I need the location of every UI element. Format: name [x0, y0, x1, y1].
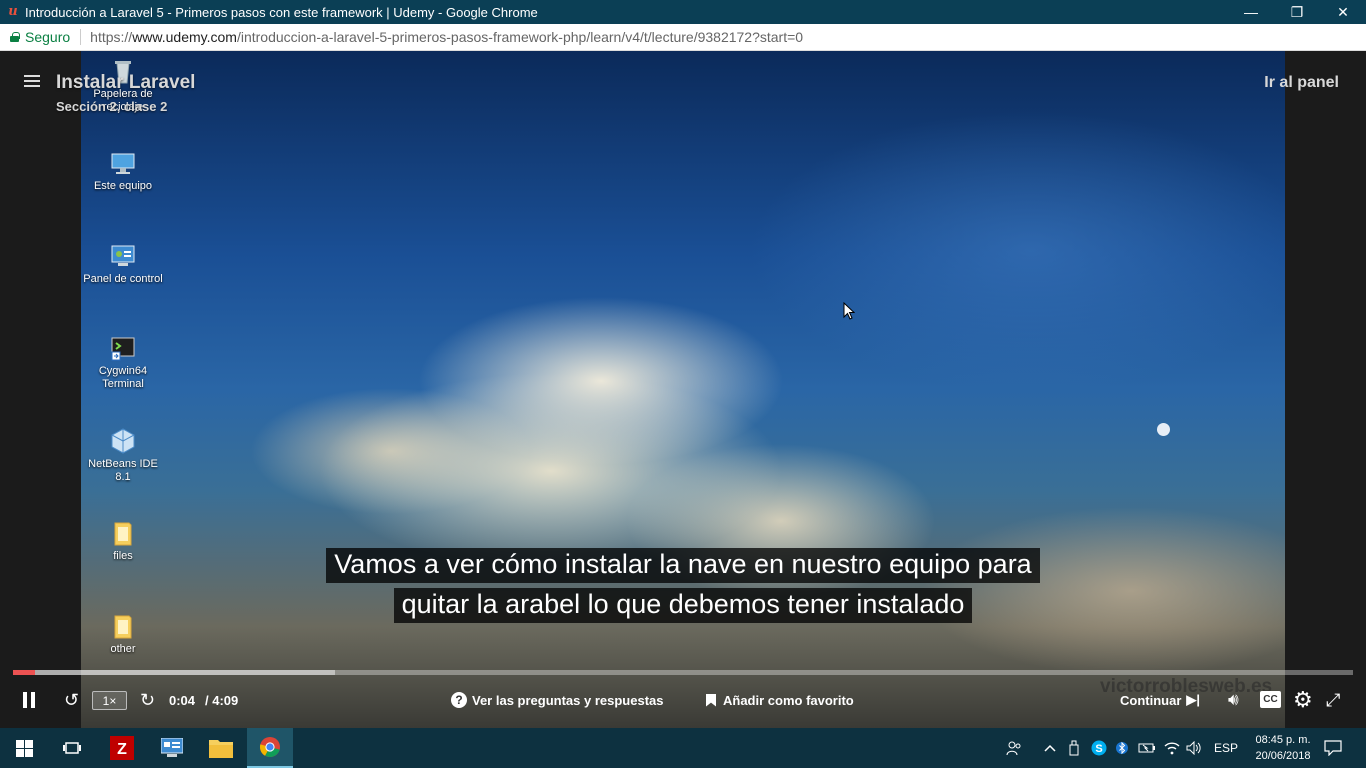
video-frame[interactable]: [81, 51, 1285, 728]
people-icon[interactable]: [1006, 728, 1022, 768]
folder-icon: [109, 519, 137, 547]
progress-bar[interactable]: [13, 670, 1353, 675]
clock-time: 08:45 p. m.: [1255, 734, 1311, 746]
close-button[interactable]: ✕: [1320, 0, 1366, 24]
qa-button[interactable]: ? Ver las preguntas y respuestas: [451, 683, 663, 717]
show-hidden-icons[interactable]: [1044, 728, 1056, 768]
notifications-icon[interactable]: [1324, 728, 1342, 768]
window-titlebar: u Introducción a Laravel 5 - Primeros pa…: [0, 0, 1366, 24]
svg-text:Z: Z: [117, 741, 127, 758]
favorite-button[interactable]: Añadir como favorito: [706, 683, 854, 717]
svg-text:S: S: [1095, 743, 1102, 755]
duration: / 4:09: [205, 692, 239, 708]
control-panel-icon: [161, 738, 183, 757]
speaker-icon[interactable]: [1186, 728, 1202, 768]
url-path: /introduccion-a-laravel-5-primeros-pasos…: [236, 29, 804, 45]
player-controls: ↺ 1× ↻ 0:04 / 4:09 ? Ver las preguntas y…: [0, 683, 1366, 717]
wifi-icon[interactable]: [1163, 728, 1181, 768]
captions-button[interactable]: CC: [1260, 691, 1281, 708]
curriculum-menu-icon[interactable]: [24, 75, 40, 89]
taskbar-filezilla[interactable]: Z: [98, 728, 146, 768]
progress-played: [13, 670, 35, 675]
start-button[interactable]: [0, 728, 48, 768]
desktop-icon-label: Este equipo: [93, 180, 153, 192]
taskbar-control-panel[interactable]: [148, 728, 196, 768]
control-panel-icon: [109, 242, 137, 270]
address-separator: [80, 29, 82, 45]
qa-label: Ver las preguntas y respuestas: [472, 692, 664, 708]
chrome-icon: [259, 737, 280, 758]
question-icon: ?: [451, 692, 467, 708]
caption-line-2: quitar la arabel lo que debemos tener in…: [0, 588, 1366, 623]
pause-button[interactable]: [23, 683, 39, 717]
continue-label: Continuar: [1120, 692, 1182, 708]
desktop-icon-label: NetBeans IDE 8.1: [88, 458, 158, 483]
progress-buffer: [13, 670, 335, 675]
windows-logo-icon: [15, 739, 33, 757]
battery-icon[interactable]: [1138, 728, 1156, 768]
computer-icon: [109, 149, 137, 177]
minimize-button[interactable]: —: [1228, 0, 1274, 24]
bookmark-icon: [706, 693, 716, 707]
url-domain: www.udemy.com: [132, 29, 237, 45]
windows-taskbar: Z S ESP 08:45 p. m. 20/06/2018: [0, 728, 1366, 768]
task-view-icon: [63, 742, 81, 754]
window-title: Introducción a Laravel 5 - Primeros paso…: [25, 4, 538, 20]
desktop-icon-this-pc: Este equipo: [81, 149, 165, 193]
speed-button[interactable]: 1×: [92, 691, 127, 710]
url-protocol: https://: [90, 29, 133, 45]
forward-icon[interactable]: ↻: [140, 683, 155, 717]
input-language[interactable]: ESP: [1214, 728, 1238, 768]
rewind-icon[interactable]: ↺: [64, 683, 79, 717]
desktop-icon-label: Panel de control: [83, 273, 163, 285]
continue-button[interactable]: Continuar ▶|: [1120, 683, 1200, 717]
settings-icon[interactable]: ⚙: [1293, 683, 1313, 717]
desktop-icon-label: other: [110, 643, 136, 655]
taskbar-clock[interactable]: 08:45 p. m. 20/06/2018: [1248, 732, 1318, 764]
moon: [1157, 423, 1170, 436]
filezilla-icon: Z: [110, 736, 134, 760]
taskbar-chrome[interactable]: [247, 728, 293, 768]
lock-icon: [10, 32, 20, 42]
caption-text: Vamos a ver cómo instalar la nave en nue…: [326, 548, 1040, 583]
netbeans-icon: [109, 427, 137, 455]
udemy-app-icon: u: [8, 4, 18, 19]
volume-icon[interactable]: 🔊︎: [1228, 683, 1239, 717]
caption-text: quitar la arabel lo que debemos tener in…: [393, 588, 973, 623]
usb-icon[interactable]: [1069, 728, 1079, 768]
task-view-button[interactable]: [48, 728, 96, 768]
desktop-icon-label: Cygwin64 Terminal: [98, 365, 148, 390]
dashboard-link[interactable]: Ir al panel: [1264, 74, 1339, 92]
video-player[interactable]: Papelera de reciclaje Este equipo Panel …: [0, 51, 1366, 728]
restore-button[interactable]: ❐: [1274, 0, 1320, 24]
terminal-icon: [109, 334, 137, 362]
desktop-icon-control-panel: Panel de control: [81, 242, 165, 286]
caption-line-1: Vamos a ver cómo instalar la nave en nue…: [0, 548, 1366, 583]
lecture-subtitle: Sección 2, clase 2: [56, 99, 168, 114]
lecture-title: Instalar Laravel: [56, 72, 196, 93]
desktop-icon-cygwin: Cygwin64 Terminal: [81, 334, 165, 391]
secure-label: Seguro: [25, 29, 71, 45]
skype-icon[interactable]: S: [1091, 728, 1107, 768]
address-bar[interactable]: Seguro https:// www.udemy.com /introducc…: [0, 24, 1366, 51]
bluetooth-icon[interactable]: [1116, 728, 1128, 768]
taskbar-file-explorer[interactable]: [197, 728, 245, 768]
fullscreen-icon[interactable]: ⤢: [1326, 683, 1340, 717]
current-time: 0:04: [169, 692, 196, 708]
favorite-label: Añadir como favorito: [723, 692, 854, 708]
folder-icon: [209, 740, 233, 758]
desktop-icon-netbeans: NetBeans IDE 8.1: [81, 427, 165, 484]
next-icon: ▶|: [1186, 692, 1201, 707]
clock-date: 20/06/2018: [1255, 750, 1311, 762]
